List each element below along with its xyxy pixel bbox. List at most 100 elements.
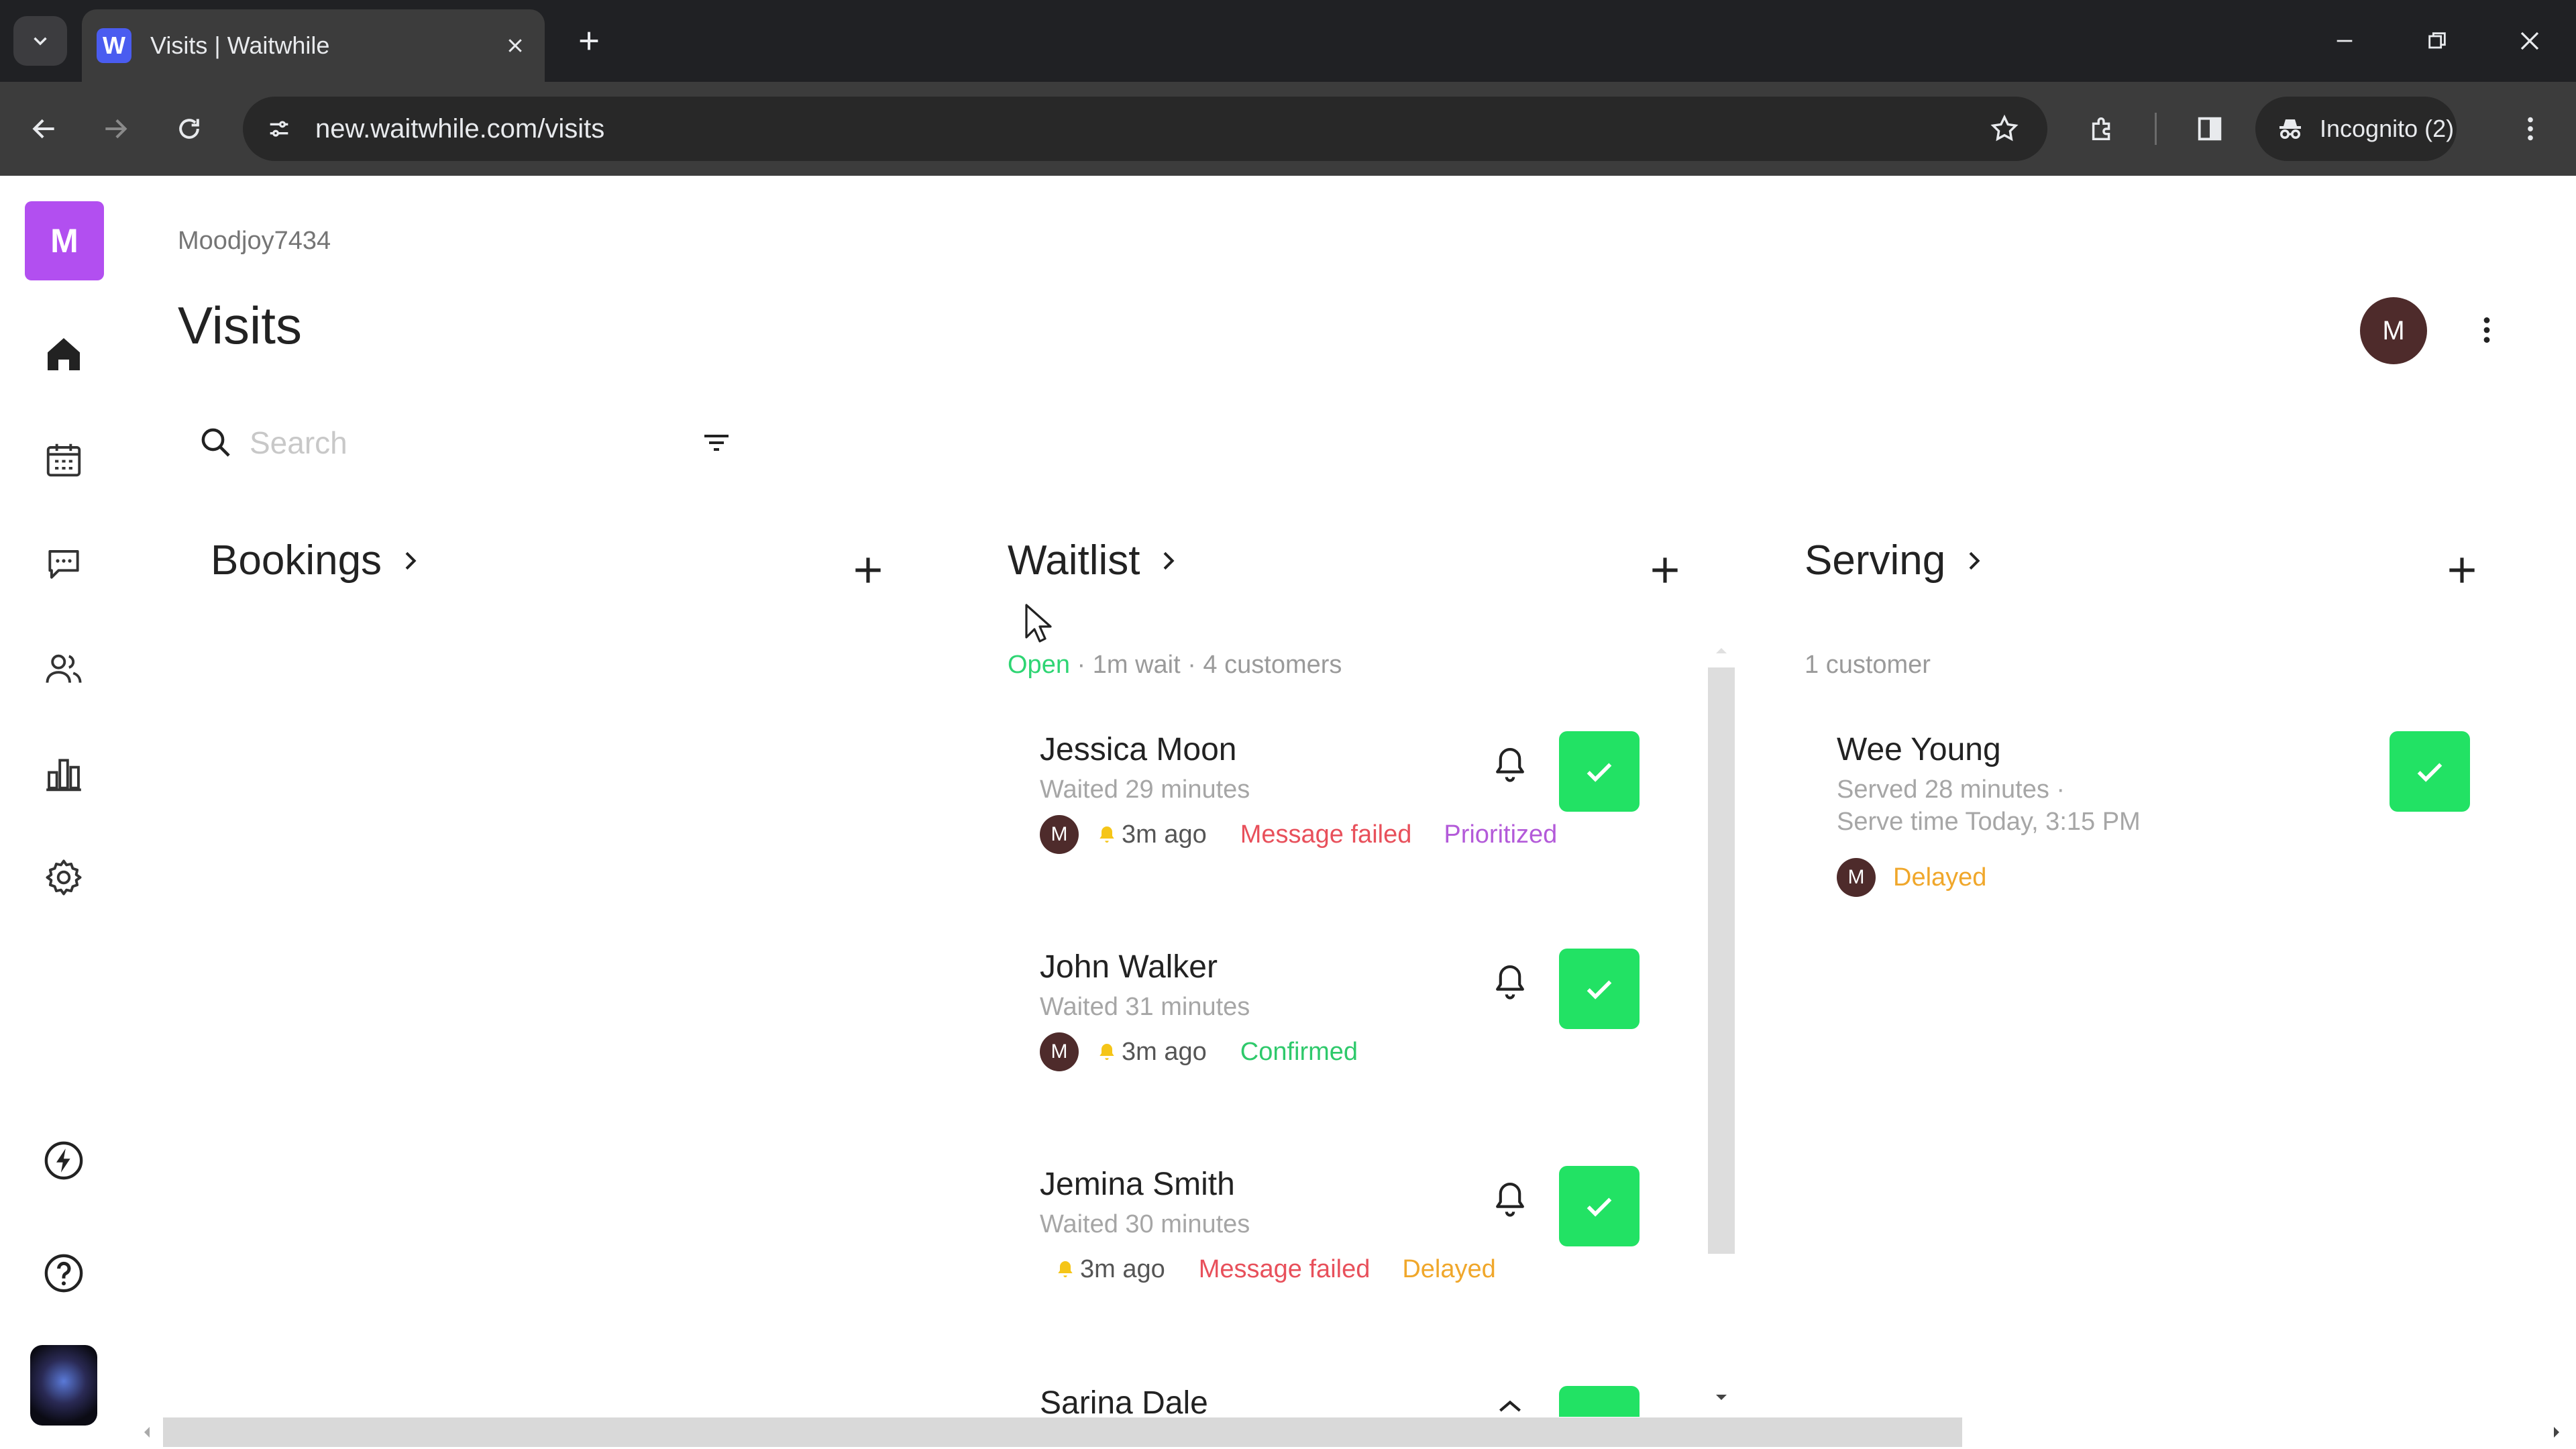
back-button[interactable] (20, 105, 68, 153)
staff-avatar: M (1837, 858, 1876, 897)
mouse-cursor-icon (1024, 602, 1053, 649)
status-badge: Delayed (1893, 863, 1987, 892)
user-avatar[interactable]: M (2360, 297, 2427, 364)
close-window-button[interactable] (2493, 12, 2567, 70)
forward-button[interactable] (91, 105, 140, 153)
add-waitlist-button[interactable] (1638, 543, 1692, 597)
sidebar-item-whats-new[interactable] (37, 1134, 91, 1187)
new-tab-button[interactable] (567, 19, 611, 63)
arrow-left-icon (32, 119, 54, 139)
more-vertical-icon (2483, 317, 2490, 343)
search-icon (195, 421, 237, 464)
workspace-logo[interactable]: M (25, 201, 104, 280)
serving-header[interactable]: Serving (1805, 537, 1987, 584)
plus-icon (1652, 557, 1678, 583)
bookmark-button[interactable] (1983, 107, 2026, 150)
customer-name: Jemina Smith (1040, 1167, 1235, 1202)
list-item[interactable]: Sarina Dale (1040, 1382, 1644, 1417)
browser-tab-active[interactable]: W Visits | Waitwhile (82, 9, 545, 82)
chevron-right-icon (1155, 547, 1181, 574)
serve-button[interactable] (1559, 1386, 1640, 1417)
close-icon (508, 39, 522, 52)
triangle-up-icon (1716, 648, 1727, 653)
notify-button[interactable] (1487, 958, 1534, 1005)
browser-toolbar: new.waitwhile.com/visits Incognito (2) (0, 82, 2576, 176)
side-panel-icon (2198, 117, 2222, 141)
filter-icon (704, 435, 729, 451)
bookings-header[interactable]: Bookings (211, 537, 423, 584)
staff-avatar: M (1040, 1032, 1079, 1071)
reload-icon (179, 119, 199, 139)
notify-button[interactable] (1487, 1175, 1534, 1222)
page-menu-button[interactable] (2462, 305, 2512, 355)
waitwhile-favicon-icon: W (97, 28, 131, 63)
chevron-right-icon (396, 547, 423, 574)
sidebar-item-customers[interactable] (37, 642, 91, 696)
wait-time: Waited 31 minutes (1040, 993, 1250, 1021)
serving-title: Serving (1805, 537, 1946, 584)
add-serving-button[interactable] (2435, 543, 2489, 597)
list-item[interactable]: John Walker Waited 31 minutes M 3m ago C… (1040, 949, 1644, 1150)
waitlist-header[interactable]: Waitlist (1008, 537, 1181, 584)
tab-close-button[interactable] (495, 25, 535, 66)
scroll-right-arrow[interactable] (2546, 1422, 2567, 1442)
customer-name: Sarina Dale (1040, 1385, 1208, 1417)
notify-button[interactable] (1487, 741, 1534, 788)
extensions-button[interactable] (2078, 105, 2127, 153)
scroll-down-arrow[interactable] (1711, 1387, 1732, 1407)
status-badge: Message failed (1240, 820, 1412, 849)
restore-icon (2428, 32, 2446, 49)
users-icon (46, 654, 82, 683)
site-info-button[interactable] (259, 109, 299, 149)
notification-time: 3m ago (1096, 1038, 1207, 1067)
list-item[interactable]: Wee Young Served 28 minutes · Serve time… (1837, 731, 2481, 906)
check-icon (1587, 1197, 1612, 1217)
visit-meta: M 3m ago Confirmed (1040, 1032, 1358, 1072)
more-vertical-icon (2528, 117, 2533, 141)
staff-avatar: M (1040, 815, 1079, 854)
check-icon (1587, 980, 1612, 1000)
scroll-left-arrow[interactable] (137, 1422, 157, 1442)
sidebar-item-help[interactable] (37, 1246, 91, 1300)
sidebar-item-messages[interactable] (37, 537, 91, 590)
complete-button[interactable] (2390, 731, 2470, 812)
restore-button[interactable] (2400, 12, 2474, 70)
visit-meta: M 3m ago Message failed Prioritized (1040, 814, 1557, 855)
waitlist-summary-text: · 1m wait · 4 customers (1069, 651, 1342, 679)
incognito-indicator[interactable]: Incognito (2) (2255, 97, 2457, 161)
list-item[interactable]: Jemina Smith Waited 30 minutes 3m ago Me… (1040, 1166, 1644, 1367)
add-booking-button[interactable] (841, 543, 895, 597)
reload-button[interactable] (165, 105, 213, 153)
check-icon (1587, 763, 1612, 782)
wait-time: Waited 30 minutes (1040, 1210, 1250, 1238)
horizontal-scrollbar[interactable] (163, 1417, 1962, 1447)
notification-time: 3m ago (1055, 1255, 1165, 1284)
search-input[interactable] (248, 419, 651, 466)
minimize-button[interactable] (2308, 12, 2381, 70)
status-badge: Message failed (1198, 1254, 1371, 1283)
browser-menu-button[interactable] (2506, 105, 2555, 153)
bell-icon (1496, 747, 1524, 782)
help-icon (44, 1254, 83, 1293)
address-bar[interactable]: new.waitwhile.com/visits (243, 97, 2047, 161)
filter-button[interactable] (695, 421, 738, 464)
chat-icon (48, 549, 79, 579)
list-item[interactable]: Jessica Moon Waited 29 minutes M 3m ago … (1040, 731, 1644, 932)
sidebar-item-settings[interactable] (37, 851, 91, 904)
serve-button[interactable] (1559, 949, 1640, 1029)
bookings-title: Bookings (211, 537, 382, 584)
profile-avatar[interactable] (30, 1345, 97, 1426)
toolbar-divider (2155, 113, 2157, 145)
scroll-up-arrow[interactable] (1711, 641, 1732, 661)
sidebar-item-home[interactable] (37, 327, 91, 381)
tab-search-button[interactable] (13, 16, 67, 66)
side-panel-button[interactable] (2186, 105, 2234, 153)
gear-icon (46, 859, 82, 896)
sidebar-item-analytics[interactable] (37, 747, 91, 801)
sidebar-item-calendar[interactable] (37, 433, 91, 486)
serve-time: Serve time Today, 3:15 PM (1837, 808, 2141, 836)
serve-button[interactable] (1559, 1166, 1640, 1246)
serving-summary: 1 customer (1805, 651, 1931, 679)
waitlist-scrollbar[interactable] (1708, 667, 1735, 1254)
serve-button[interactable] (1559, 731, 1640, 812)
